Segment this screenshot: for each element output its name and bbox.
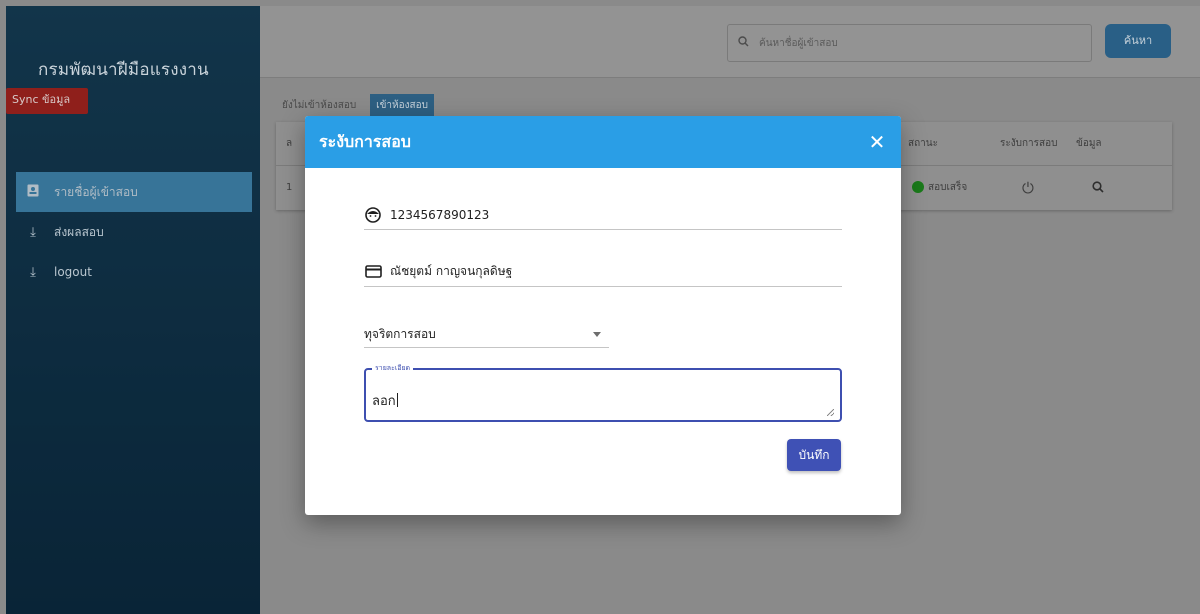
close-icon[interactable]: ✕ bbox=[867, 132, 887, 152]
sidebar-item-label: logout bbox=[54, 265, 92, 279]
brand-title: กรมพัฒนาฝีมือแรงงาน bbox=[38, 60, 209, 80]
suspend-exam-dialog: ระงับการสอบ ✕ 1234567890123 ณัชยุตม์ กาญ… bbox=[305, 116, 901, 515]
details-value-wrap: ลอก bbox=[372, 390, 398, 411]
search-button[interactable]: ค้นหา bbox=[1105, 24, 1171, 58]
sidebar-item-send-results[interactable]: ⤓ ส่งผลสอบ bbox=[16, 212, 252, 252]
topbar: ค้นหาชื่อผู้เข้าสอบ ค้นหา bbox=[260, 6, 1200, 78]
details-value: ลอก bbox=[372, 394, 396, 409]
reason-selected-value: ทุจริตการสอบ bbox=[364, 327, 436, 341]
sidebar-item-logout[interactable]: ⤓ logout bbox=[16, 252, 252, 292]
status-badge: สอบเสร็จ bbox=[912, 166, 967, 210]
resize-handle[interactable] bbox=[827, 409, 834, 416]
reason-select[interactable]: ทุจริตการสอบ bbox=[364, 322, 609, 348]
download-icon: ⤓ bbox=[30, 264, 36, 280]
column-info: ข้อมูล bbox=[1076, 138, 1102, 149]
id-card-icon bbox=[24, 184, 42, 201]
search-input[interactable]: ค้นหาชื่อผู้เข้าสอบ bbox=[727, 24, 1092, 62]
tabs: ยังไม่เข้าห้องสอบ เข้าห้องสอบ bbox=[276, 94, 434, 118]
id-number-field[interactable]: 1234567890123 bbox=[364, 200, 842, 230]
text-cursor bbox=[396, 393, 398, 407]
search-placeholder: ค้นหาชื่อผู้เข้าสอบ bbox=[759, 37, 838, 49]
details-textarea[interactable]: รายละเอียด ลอก bbox=[364, 363, 842, 422]
column-index: ล bbox=[286, 138, 293, 149]
search-icon[interactable] bbox=[1092, 166, 1104, 210]
save-button[interactable]: บันทึก bbox=[787, 439, 841, 471]
credit-card-icon bbox=[364, 263, 382, 281]
sidebar: กรมพัฒนาฝีมือแรงงาน Sync ข้อมูล รายชื่อผ… bbox=[6, 6, 260, 614]
tab-not-entered[interactable]: ยังไม่เข้าห้องสอบ bbox=[276, 94, 362, 118]
column-status: สถานะ bbox=[908, 138, 938, 149]
name-value: ณัชยุตม์ กาญจนกุลดิษฐ bbox=[390, 264, 513, 278]
column-suspend: ระงับการสอบ bbox=[1000, 138, 1058, 149]
face-icon bbox=[364, 206, 382, 224]
dialog-title: ระงับการสอบ bbox=[319, 131, 411, 151]
sync-data-button[interactable]: Sync ข้อมูล bbox=[6, 88, 88, 114]
id-number-value: 1234567890123 bbox=[390, 207, 490, 222]
chevron-down-icon bbox=[593, 332, 601, 337]
tab-entered[interactable]: เข้าห้องสอบ bbox=[370, 94, 434, 118]
search-icon bbox=[738, 36, 749, 50]
power-icon[interactable]: ⏻ bbox=[1022, 166, 1034, 210]
row-index: 1 bbox=[286, 182, 293, 193]
name-field[interactable]: ณัชยุตม์ กาญจนกุลดิษฐ bbox=[364, 257, 842, 287]
sidebar-item-candidates[interactable]: รายชื่อผู้เข้าสอบ bbox=[16, 172, 252, 212]
sidebar-nav: รายชื่อผู้เข้าสอบ ⤓ ส่งผลสอบ ⤓ logout bbox=[16, 172, 252, 292]
status-text: สอบเสร็จ bbox=[928, 182, 968, 193]
sidebar-item-label: ส่งผลสอบ bbox=[54, 224, 104, 239]
dialog-header: ระงับการสอบ ✕ bbox=[305, 116, 901, 168]
download-icon: ⤓ bbox=[30, 224, 36, 240]
status-dot bbox=[912, 181, 924, 193]
sidebar-item-label: รายชื่อผู้เข้าสอบ bbox=[54, 184, 138, 199]
details-label: รายละเอียด bbox=[372, 363, 414, 374]
